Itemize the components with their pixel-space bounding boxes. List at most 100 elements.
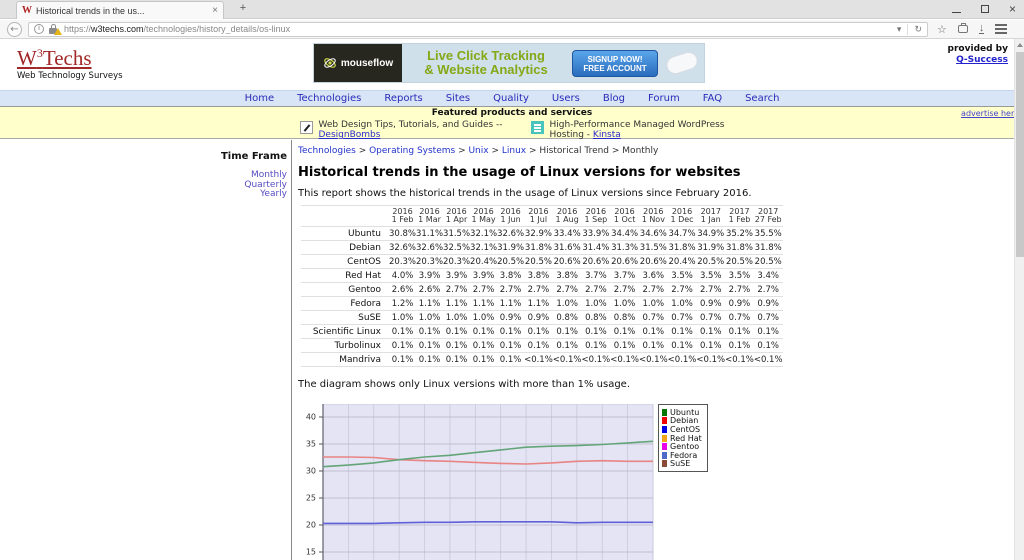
nav-item-reports[interactable]: Reports: [384, 93, 422, 104]
table-row: Red Hat4.0%3.9%3.9%3.9%3.8%3.8%3.8%3.7%3…: [301, 269, 783, 283]
cell-value: <0.1%: [668, 353, 697, 367]
logo-block[interactable]: W3Techs Web Technology Surveys: [17, 42, 123, 81]
kinsta-icon: [531, 121, 544, 134]
designbombs-link[interactable]: DesignBombs: [319, 130, 381, 140]
cell-value: 2.7%: [610, 283, 639, 297]
column-header: 20161 Jul: [524, 206, 553, 227]
bookmark-star-icon[interactable]: ☆: [937, 23, 947, 36]
cell-value: 34.9%: [696, 227, 725, 241]
nav-item-forum[interactable]: Forum: [648, 93, 680, 104]
urlbar-dropdown-icon[interactable]: ▾: [897, 24, 902, 35]
url-text[interactable]: https://w3techs.com/technologies/history…: [64, 24, 290, 34]
tab-close-icon[interactable]: ×: [212, 5, 218, 16]
nav-item-blog[interactable]: Blog: [603, 93, 625, 104]
provided-by: provided by Q-Success: [948, 44, 1008, 65]
cell-value: 0.7%: [725, 311, 754, 325]
cell-value: 3.7%: [610, 269, 639, 283]
url-bar[interactable]: i https://w3techs.com/technologies/histo…: [28, 22, 928, 37]
trend-chart: 10152025303540 UbuntuDebianCentOSRed Hat…: [301, 404, 1014, 560]
legend-swatch-debian: [662, 417, 667, 424]
breadcrumb-item[interactable]: Technologies: [298, 146, 356, 156]
cell-value: 0.1%: [524, 339, 553, 353]
cell-value: 31.1%: [416, 227, 443, 241]
scrollbar-thumb[interactable]: [1016, 52, 1024, 257]
nav-item-sites[interactable]: Sites: [446, 93, 470, 104]
kinsta-link[interactable]: Kinsta: [593, 130, 621, 140]
nav-item-quality[interactable]: Quality: [493, 93, 529, 104]
svg-text:40: 40: [306, 413, 316, 422]
back-button[interactable]: ←: [7, 22, 22, 37]
column-header: 20161 Nov: [639, 206, 668, 227]
window-minimize-icon[interactable]: [952, 5, 961, 13]
legend-swatch-ubuntu: [662, 409, 667, 416]
cell-value: 20.6%: [610, 255, 639, 269]
breadcrumb-separator: >: [356, 146, 369, 156]
cell-value: 0.1%: [389, 325, 416, 339]
cell-value: 2.7%: [553, 283, 582, 297]
ad-banner[interactable]: mouseflow Live Click Tracking & Website …: [313, 43, 705, 83]
computer-mouse-image: [664, 49, 700, 76]
cell-value: 32.1%: [470, 241, 497, 255]
cell-value: <0.1%: [725, 353, 754, 367]
logo-tagline: Web Technology Surveys: [17, 71, 123, 81]
cell-value: 0.1%: [470, 353, 497, 367]
cell-value: 0.7%: [696, 311, 725, 325]
q-success-link[interactable]: Q-Success: [948, 55, 1008, 65]
cell-value: 1.0%: [553, 297, 582, 311]
breadcrumb-item[interactable]: Linux: [502, 146, 526, 156]
page-title: Historical trends in the usage of Linux …: [298, 165, 1014, 180]
page-info-icon[interactable]: i: [34, 24, 44, 34]
cell-value: 0.8%: [582, 311, 611, 325]
signup-button[interactable]: SIGNUP NOW! FREE ACCOUNT: [572, 50, 658, 77]
window-maximize-icon[interactable]: [981, 5, 989, 13]
breadcrumb-item[interactable]: Unix: [468, 146, 488, 156]
menu-hamburger-icon[interactable]: [995, 24, 1007, 26]
mixed-content-lock-icon[interactable]: [48, 23, 60, 35]
cell-value: 32.1%: [470, 227, 497, 241]
cell-value: <0.1%: [696, 353, 725, 367]
cell-value: 0.1%: [668, 339, 697, 353]
cell-value: 1.0%: [582, 297, 611, 311]
sidebar-item-yearly[interactable]: Yearly: [0, 190, 287, 200]
row-label-red-hat: Red Hat: [301, 269, 389, 283]
column-date: 1 Jun: [497, 216, 524, 224]
column-header: 20171 Jan: [696, 206, 725, 227]
cell-value: 0.1%: [582, 325, 611, 339]
cell-value: 34.4%: [610, 227, 639, 241]
new-tab-button[interactable]: +: [232, 2, 254, 18]
cell-value: 3.7%: [582, 269, 611, 283]
download-icon[interactable]: ↓: [979, 24, 985, 35]
nav-item-users[interactable]: Users: [552, 93, 580, 104]
svg-text:30: 30: [306, 467, 316, 476]
nav-item-faq[interactable]: FAQ: [703, 93, 722, 104]
scrollbar-up-icon[interactable]: [1017, 43, 1023, 47]
cell-value: 0.1%: [639, 325, 668, 339]
table-row: Scientific Linux0.1%0.1%0.1%0.1%0.1%0.1%…: [301, 325, 783, 339]
url-scheme: https://: [64, 24, 91, 34]
cell-value: 0.8%: [610, 311, 639, 325]
cell-value: 0.1%: [610, 339, 639, 353]
cell-value: 1.0%: [470, 311, 497, 325]
browser-tab[interactable]: W Historical trends in the us... ×: [16, 1, 224, 19]
w3techs-logo[interactable]: W3Techs: [17, 42, 123, 69]
column-header: 20161 Aug: [553, 206, 582, 227]
column-header: 20161 Dec: [668, 206, 697, 227]
cell-value: 1.1%: [443, 297, 470, 311]
advertise-here-link[interactable]: advertise here: [961, 109, 1019, 118]
cell-value: 3.5%: [696, 269, 725, 283]
window-close-icon[interactable]: ×: [1009, 4, 1016, 14]
page-scrollbar[interactable]: [1014, 39, 1024, 560]
sidebar-item-quarterly[interactable]: Quarterly: [0, 181, 287, 191]
reload-icon[interactable]: ↻: [914, 24, 922, 35]
cell-value: 32.5%: [443, 241, 470, 255]
nav-item-home[interactable]: Home: [245, 93, 275, 104]
nav-item-technologies[interactable]: Technologies: [297, 93, 361, 104]
featured-strip: Featured products and services advertise…: [0, 106, 1024, 139]
cell-value: 0.1%: [443, 325, 470, 339]
featured-item: Web Design Tips, Tutorials, and Guides -…: [300, 120, 503, 140]
row-label-scientific-linux: Scientific Linux: [301, 325, 389, 339]
pocket-icon[interactable]: [958, 25, 968, 33]
nav-item-search[interactable]: Search: [745, 93, 779, 104]
breadcrumb-item[interactable]: Operating Systems: [369, 146, 455, 156]
cell-value: 3.5%: [668, 269, 697, 283]
